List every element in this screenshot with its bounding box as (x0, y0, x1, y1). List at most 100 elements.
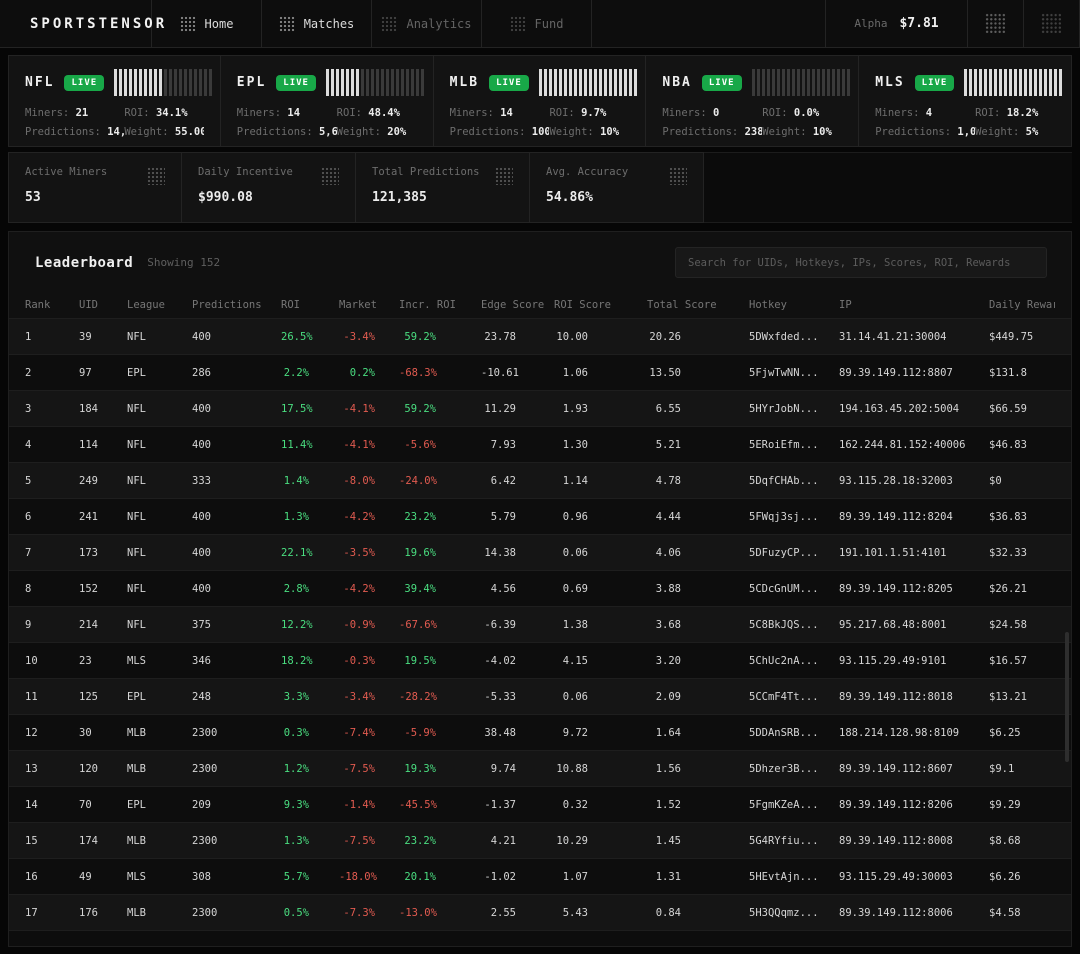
cell-incr_roi: 19.6% (399, 547, 481, 559)
table-row[interactable]: 15174MLB23001.3%-7.5%23.2%4.2110.291.455… (9, 822, 1071, 858)
league-name: EPL (237, 75, 266, 90)
league-card-nba: NBALIVEMiners: 0ROI: 0.0%Predictions: 23… (646, 55, 859, 147)
gauge-bar (827, 69, 830, 96)
roi-stat: ROI: 9.7% (549, 107, 629, 119)
gauge-bar (584, 69, 587, 96)
table-row[interactable]: 11125EPL2483.3%-3.4%-28.2%-5.330.062.095… (9, 678, 1071, 714)
stat-card-active-miners: Active Miners53 (8, 152, 182, 223)
nav-items: HomeMatchesAnalyticsFund (152, 0, 592, 47)
table-row[interactable]: 13120MLB23001.2%-7.5%19.3%9.7410.881.565… (9, 750, 1071, 786)
grid-outline-button[interactable] (1024, 0, 1080, 47)
gauge-bar (589, 69, 592, 96)
dot-grid-icon (510, 16, 526, 32)
gauge-bar (817, 69, 820, 96)
miners-value: 21 (76, 107, 89, 119)
scrollbar-thumb[interactable] (1065, 632, 1069, 762)
cell-league: NFL (127, 619, 192, 631)
gauge-bar (1024, 69, 1027, 96)
cell-roi_score: 0.69 (554, 583, 647, 595)
predictions-value: 100,267 (532, 126, 550, 138)
cell-incr_roi: 23.2% (399, 511, 481, 523)
dot-grid-icon (321, 167, 339, 185)
nav-item-fund[interactable]: Fund (482, 0, 592, 47)
miners-stat: Miners: 4 (875, 107, 975, 119)
table-row[interactable]: 8152NFL4002.8%-4.2%39.4%4.560.693.885CDc… (9, 570, 1071, 606)
nav-item-analytics[interactable]: Analytics (372, 0, 482, 47)
cell-total_score: 1.52 (647, 799, 749, 811)
cell-rank: 7 (25, 547, 79, 559)
cell-uid: 49 (79, 871, 127, 883)
gauge-bar (554, 69, 557, 96)
gauge-bar (752, 69, 755, 96)
table-row[interactable]: 1470EPL2099.3%-1.4%-45.5%-1.370.321.525F… (9, 786, 1071, 822)
leaderboard-panel: Leaderboard Showing 152 RankUIDLeaguePre… (8, 231, 1072, 947)
league-card-stats: Miners: 14ROI: 9.7%Predictions: 100,267W… (450, 107, 630, 138)
cell-rank: 2 (25, 367, 79, 379)
cell-hotkey: 5CDcGnUM... (749, 583, 839, 595)
table-row[interactable]: 297EPL2862.2%0.2%-68.3%-10.611.0613.505F… (9, 354, 1071, 390)
cell-incr_roi: -67.6% (399, 619, 481, 631)
gauge-bar (361, 69, 364, 96)
stats-row: Active Miners53Daily Incentive$990.08Tot… (8, 152, 1072, 223)
cell-market: -7.5% (339, 763, 399, 775)
alpha-price: Alpha $7.81 (825, 0, 968, 47)
table-row[interactable]: 4114NFL40011.4%-4.1%-5.6%7.931.305.215ER… (9, 426, 1071, 462)
cell-league: NFL (127, 439, 192, 451)
gauge-bar (549, 69, 552, 96)
gauge-bar (401, 69, 404, 96)
gauge-bar (1004, 69, 1007, 96)
cell-incr_roi: -68.3% (399, 367, 481, 379)
cell-roi: 1.3% (281, 835, 339, 847)
nav-item-home[interactable]: Home (152, 0, 262, 47)
nav-item-matches[interactable]: Matches (262, 0, 372, 47)
miners-stat: Miners: 14 (450, 107, 550, 119)
cell-daily_reward: $4.58 (989, 907, 1055, 919)
table-row[interactable]: 1023MLS34618.2%-0.3%19.5%-4.024.153.205C… (9, 642, 1071, 678)
cell-total_score: 20.26 (647, 331, 749, 343)
cell-uid: 184 (79, 403, 127, 415)
cell-total_score: 13.50 (647, 367, 749, 379)
cell-ip: 93.115.29.49:30003 (839, 871, 989, 883)
cell-total_score: 1.45 (647, 835, 749, 847)
cell-predictions: 2300 (192, 763, 281, 775)
table-row[interactable]: 7173NFL40022.1%-3.5%19.6%14.380.064.065D… (9, 534, 1071, 570)
gauge-bar (209, 69, 212, 96)
stat-label: Daily Incentive (198, 166, 339, 178)
league-card-mlb: MLBLIVEMiners: 14ROI: 9.7%Predictions: 1… (434, 55, 647, 147)
cell-incr_roi: -45.5% (399, 799, 481, 811)
table-row[interactable]: 139NFL40026.5%-3.4%59.2%23.7810.0020.265… (9, 318, 1071, 354)
cell-predictions: 400 (192, 583, 281, 595)
league-card-top: NBALIVE (662, 69, 842, 96)
gauge-bar (847, 69, 850, 96)
table-row[interactable]: 17176MLB23000.5%-7.3%-13.0%2.555.430.845… (9, 894, 1071, 930)
table-row[interactable]: 3184NFL40017.5%-4.1%59.2%11.291.936.555H… (9, 390, 1071, 426)
table-row[interactable]: 6241NFL4001.3%-4.2%23.2%5.790.964.445FWq… (9, 498, 1071, 534)
league-card-mls: MLSLIVEMiners: 4ROI: 18.2%Predictions: 1… (859, 55, 1072, 147)
weight-value: 5% (1026, 126, 1039, 138)
gauge-bar (149, 69, 152, 96)
table-row[interactable]: 9214NFL37512.2%-0.9%-67.6%-6.391.383.685… (9, 606, 1071, 642)
gauge-bar (386, 69, 389, 96)
league-name: MLS (875, 75, 904, 90)
cell-total_score: 1.56 (647, 763, 749, 775)
search-input[interactable] (675, 247, 1047, 278)
gauge-bar (376, 69, 379, 96)
leaderboard-title: Leaderboard (35, 255, 133, 271)
table-row[interactable]: 5249NFL3331.4%-8.0%-24.0%6.421.144.785Dq… (9, 462, 1071, 498)
column-header: ROI Score (554, 299, 647, 311)
league-card-top: MLSLIVE (875, 69, 1055, 96)
stat-label: Total Predictions (372, 166, 513, 178)
league-name: NBA (662, 75, 691, 90)
table-row[interactable]: 1230MLB23000.3%-7.4%-5.9%38.489.721.645D… (9, 714, 1071, 750)
table-row[interactable]: 1649MLS3085.7%-18.0%20.1%-1.021.071.315H… (9, 858, 1071, 894)
predictions-value: 5,641 (319, 126, 337, 138)
roi-label: ROI: (124, 107, 149, 119)
gauge-bar (129, 69, 132, 96)
cell-ip: 89.39.149.112:8006 (839, 907, 989, 919)
cell-roi_score: 1.07 (554, 871, 647, 883)
stat-card-total-predictions: Total Predictions121,385 (356, 152, 530, 223)
grid-dense-button[interactable] (968, 0, 1024, 47)
gauge-bar (1019, 69, 1022, 96)
cell-league: NFL (127, 547, 192, 559)
activity-gauge (964, 69, 1062, 96)
